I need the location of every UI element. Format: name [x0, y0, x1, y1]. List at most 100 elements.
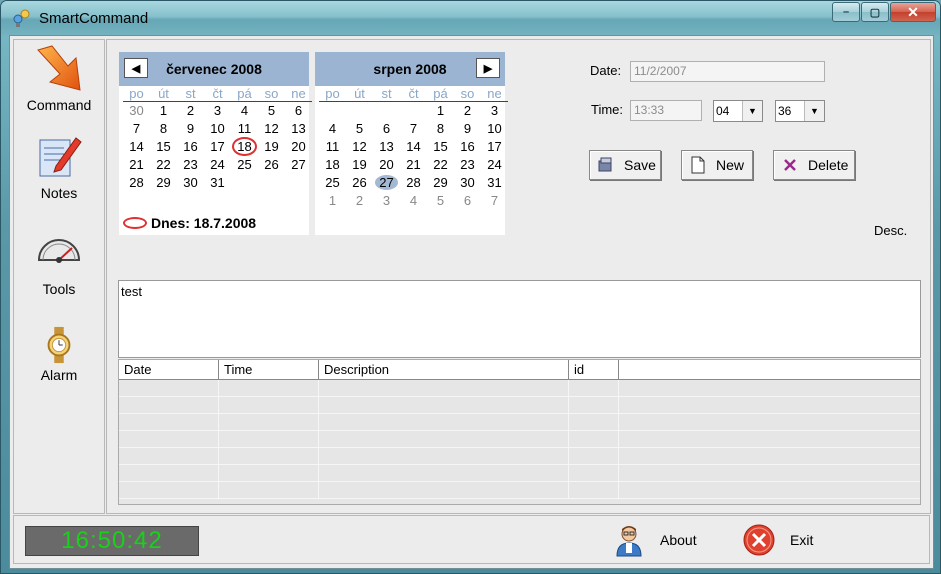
- day-cell[interactable]: 25: [319, 174, 346, 192]
- day-cell[interactable]: 17: [204, 138, 231, 156]
- day-cell[interactable]: 30: [123, 102, 150, 120]
- day-cell[interactable]: 28: [400, 174, 427, 192]
- day-cell[interactable]: 14: [123, 138, 150, 156]
- table-row[interactable]: [119, 448, 920, 465]
- day-cell[interactable]: 16: [177, 138, 204, 156]
- minute-select[interactable]: 36 ▼: [775, 100, 825, 122]
- calendar-august[interactable]: srpen 2008 ▶ po út st čt pá so ne 1 2 3 4 5 6 7 8 9 10 11…: [315, 52, 508, 235]
- day-cell[interactable]: 1: [150, 102, 177, 120]
- day-cell[interactable]: 19: [258, 138, 285, 156]
- day-cell[interactable]: 15: [427, 138, 454, 156]
- day-cell[interactable]: 29: [150, 174, 177, 192]
- day-cell[interactable]: 16: [454, 138, 481, 156]
- day-cell[interactable]: 23: [454, 156, 481, 174]
- table-row[interactable]: [119, 465, 920, 482]
- day-cell[interactable]: 13: [373, 138, 400, 156]
- description-textarea[interactable]: test: [118, 280, 921, 358]
- day-cell[interactable]: 2: [454, 102, 481, 120]
- close-button[interactable]: ✕: [890, 2, 936, 22]
- column-header-description[interactable]: Description: [319, 360, 569, 379]
- table-row[interactable]: [119, 482, 920, 499]
- day-cell[interactable]: 7: [400, 120, 427, 138]
- column-header-id[interactable]: id: [569, 360, 619, 379]
- day-cell[interactable]: 8: [150, 120, 177, 138]
- day-cell[interactable]: 1: [319, 192, 346, 210]
- day-cell[interactable]: 27: [285, 156, 312, 174]
- prev-month-button[interactable]: ◀: [124, 58, 148, 78]
- day-cell[interactable]: 31: [204, 174, 231, 192]
- column-header-time[interactable]: Time: [219, 360, 319, 379]
- table-row[interactable]: [119, 414, 920, 431]
- day-cell[interactable]: 10: [204, 120, 231, 138]
- day-cell[interactable]: 28: [123, 174, 150, 192]
- title-bar[interactable]: SmartCommand – ▢ ✕: [1, 1, 940, 35]
- day-cell[interactable]: 25: [231, 156, 258, 174]
- day-cell[interactable]: 2: [346, 192, 373, 210]
- day-cell[interactable]: 12: [346, 138, 373, 156]
- day-cell[interactable]: 22: [427, 156, 454, 174]
- day-cell[interactable]: 15: [150, 138, 177, 156]
- day-cell[interactable]: 30: [454, 174, 481, 192]
- day-cell[interactable]: 24: [204, 156, 231, 174]
- day-cell[interactable]: 18: [319, 156, 346, 174]
- day-cell[interactable]: 31: [481, 174, 508, 192]
- day-cell[interactable]: 27: [373, 174, 400, 192]
- day-cell[interactable]: 21: [400, 156, 427, 174]
- day-cell[interactable]: 3: [481, 102, 508, 120]
- day-cell[interactable]: 1: [427, 102, 454, 120]
- day-cell[interactable]: 6: [373, 120, 400, 138]
- day-cell[interactable]: 4: [319, 120, 346, 138]
- day-cell[interactable]: 24: [481, 156, 508, 174]
- day-cell[interactable]: 17: [481, 138, 508, 156]
- day-cell[interactable]: 20: [373, 156, 400, 174]
- day-cell[interactable]: 7: [123, 120, 150, 138]
- table-row[interactable]: [119, 380, 920, 397]
- day-cell[interactable]: 20: [285, 138, 312, 156]
- day-cell[interactable]: 4: [400, 192, 427, 210]
- time-field[interactable]: 13:33: [630, 100, 702, 121]
- day-cell[interactable]: 10: [481, 120, 508, 138]
- day-cell[interactable]: 5: [258, 102, 285, 120]
- day-cell[interactable]: 26: [346, 174, 373, 192]
- day-cell[interactable]: 4: [231, 102, 258, 120]
- day-cell[interactable]: 21: [123, 156, 150, 174]
- day-cell[interactable]: 3: [204, 102, 231, 120]
- day-cell[interactable]: 26: [258, 156, 285, 174]
- nav-command[interactable]: Command: [14, 44, 104, 113]
- chevron-down-icon[interactable]: ▼: [804, 101, 824, 121]
- nav-alarm[interactable]: Alarm: [14, 326, 104, 383]
- day-cell[interactable]: 19: [346, 156, 373, 174]
- day-cell[interactable]: 30: [177, 174, 204, 192]
- day-cell[interactable]: 23: [177, 156, 204, 174]
- day-cell[interactable]: 29: [427, 174, 454, 192]
- chevron-down-icon[interactable]: ▼: [742, 101, 762, 121]
- exit-button[interactable]: Exit: [742, 523, 813, 557]
- day-cell[interactable]: 3: [373, 192, 400, 210]
- day-cell[interactable]: 5: [427, 192, 454, 210]
- day-cell[interactable]: 18: [231, 137, 258, 156]
- table-row[interactable]: [119, 397, 920, 414]
- events-table[interactable]: Date Time Description id: [118, 359, 921, 505]
- calendar-july[interactable]: ◀ červenec 2008 po út st čt pá so ne 30 1 2 3 4 5 6 7 8…: [119, 52, 312, 235]
- day-cell[interactable]: 22: [150, 156, 177, 174]
- date-field[interactable]: 11/2/2007: [630, 61, 825, 82]
- day-cell[interactable]: 12: [258, 120, 285, 138]
- day-cell[interactable]: 13: [285, 120, 312, 138]
- today-link[interactable]: Dnes: 18.7.2008: [123, 215, 256, 231]
- day-cell[interactable]: 2: [177, 102, 204, 120]
- day-cell[interactable]: 6: [285, 102, 312, 120]
- day-cell[interactable]: 14: [400, 138, 427, 156]
- day-cell[interactable]: 6: [454, 192, 481, 210]
- minimize-button[interactable]: –: [832, 2, 860, 22]
- maximize-button[interactable]: ▢: [861, 2, 889, 22]
- table-row[interactable]: [119, 431, 920, 448]
- day-cell[interactable]: 11: [319, 138, 346, 156]
- day-cell[interactable]: 8: [427, 120, 454, 138]
- save-button[interactable]: Save: [589, 150, 661, 180]
- new-button[interactable]: New: [681, 150, 753, 180]
- nav-tools[interactable]: Tools: [14, 228, 104, 297]
- column-header-date[interactable]: Date: [119, 360, 219, 379]
- next-month-button[interactable]: ▶: [476, 58, 500, 78]
- nav-notes[interactable]: Notes: [14, 132, 104, 201]
- day-cell[interactable]: 11: [231, 120, 258, 138]
